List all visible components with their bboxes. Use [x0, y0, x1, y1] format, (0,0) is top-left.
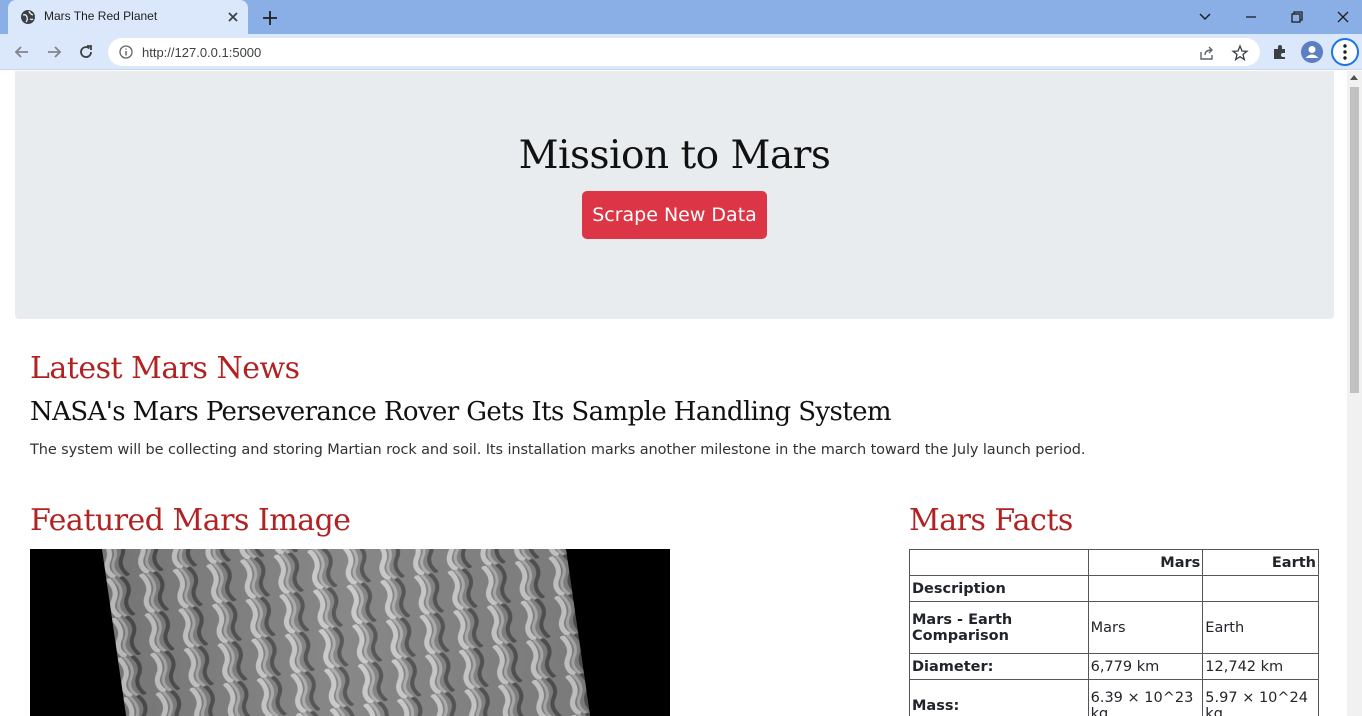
mars-value: Mars	[1087, 601, 1204, 654]
page-title: Mission to Mars	[518, 133, 831, 178]
mars-value	[1087, 575, 1204, 602]
mars-facts-heading: Mars Facts	[909, 503, 1073, 538]
globe-icon	[21, 10, 35, 24]
vertical-scrollbar[interactable]	[1347, 71, 1362, 716]
tab-search-chevron-icon[interactable]	[1194, 6, 1216, 28]
featured-mars-image	[30, 549, 670, 716]
featured-image-heading: Featured Mars Image	[30, 503, 351, 538]
browser-tab[interactable]: Mars The Red Planet	[8, 0, 248, 34]
jumbotron: Mission to Mars Scrape New Data	[15, 71, 1334, 319]
row-label: Mars - Earth Comparison	[909, 601, 1089, 654]
mars-value: 6.39 × 10^23 kg	[1087, 679, 1204, 716]
scroll-up-arrow-icon[interactable]	[1350, 75, 1358, 80]
back-icon[interactable]	[12, 42, 32, 62]
row-label: Diameter:	[909, 653, 1089, 680]
latest-news-heading: Latest Mars News	[30, 351, 300, 386]
earth-value: 5.97 × 10^24 kg	[1202, 679, 1319, 716]
mars-facts-table: Mars Earth Description Mars - Earth Comp…	[909, 549, 1319, 716]
row-label: Mass:	[909, 679, 1089, 716]
table-header-cell	[909, 549, 1089, 576]
news-paragraph: The system will be collecting and storin…	[30, 442, 1086, 458]
reload-icon[interactable]	[76, 42, 96, 62]
earth-value	[1202, 575, 1319, 602]
close-window-icon[interactable]	[1332, 6, 1354, 28]
bookmark-star-icon[interactable]	[1231, 44, 1249, 62]
table-row: Description	[909, 575, 1319, 602]
scrape-new-data-button[interactable]: Scrape New Data	[582, 191, 767, 239]
scrollbar-thumb[interactable]	[1350, 87, 1359, 393]
new-tab-icon[interactable]	[260, 8, 280, 28]
minimize-icon[interactable]	[1240, 6, 1262, 28]
earth-value: 12,742 km	[1202, 653, 1319, 680]
browser-toolbar: http://127.0.0.1:5000	[0, 34, 1362, 70]
table-row: Mass: 6.39 × 10^23 kg 5.97 × 10^24 kg	[909, 679, 1319, 716]
site-info-icon[interactable]	[119, 45, 133, 59]
tab-title: Mars The Red Planet	[44, 9, 158, 23]
mars-value: 6,779 km	[1087, 653, 1204, 680]
row-label: Description	[909, 575, 1089, 602]
table-header-row: Mars Earth	[909, 549, 1319, 576]
browser-menu-icon[interactable]	[1331, 38, 1359, 66]
news-title: NASA's Mars Perseverance Rover Gets Its …	[30, 397, 892, 427]
close-tab-icon[interactable]	[224, 8, 242, 26]
table-row: Diameter: 6,779 km 12,742 km	[909, 653, 1319, 680]
table-row: Mars - Earth Comparison Mars Earth	[909, 601, 1319, 654]
profile-avatar-icon[interactable]	[1301, 41, 1323, 63]
earth-value: Earth	[1202, 601, 1319, 654]
address-bar[interactable]: http://127.0.0.1:5000	[108, 38, 1260, 66]
restore-icon[interactable]	[1286, 6, 1308, 28]
page-viewport: Mission to Mars Scrape New Data Latest M…	[0, 71, 1347, 716]
share-icon[interactable]	[1198, 44, 1216, 62]
extensions-puzzle-icon[interactable]	[1270, 42, 1290, 62]
table-header-cell: Earth	[1202, 549, 1319, 576]
url-text[interactable]: http://127.0.0.1:5000	[142, 45, 261, 60]
table-header-cell: Mars	[1087, 549, 1204, 576]
tab-strip: Mars The Red Planet	[0, 0, 1362, 34]
forward-icon[interactable]	[44, 42, 64, 62]
